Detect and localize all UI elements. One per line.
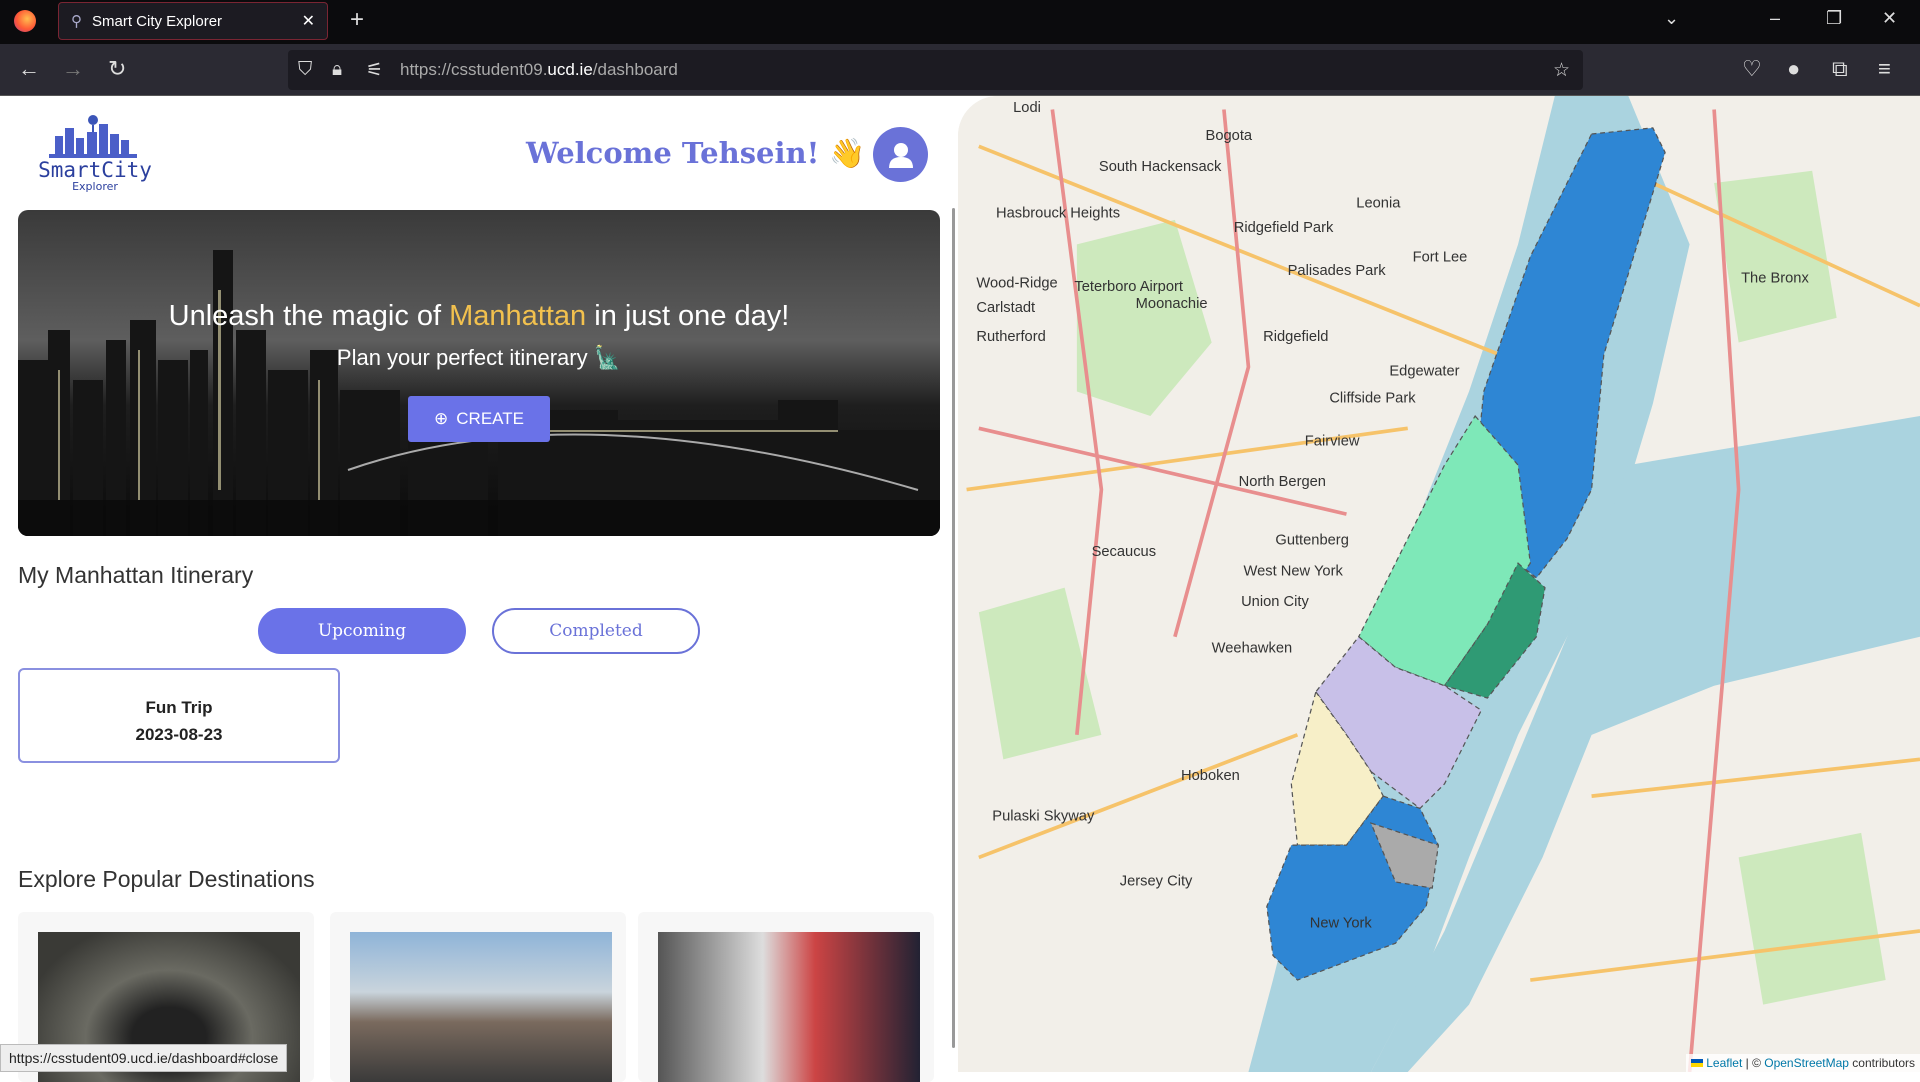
map-place-label: Lodi [1013,100,1041,116]
map-attribution: Leaflet | © OpenStreetMap contributors [1685,1054,1920,1072]
close-tab-icon[interactable]: ✕ [302,11,315,31]
tab-upcoming[interactable]: Upcoming [258,608,466,654]
map-place-label: Hoboken [1181,768,1240,784]
map-place-label: Carlstadt [976,300,1035,316]
smartcity-logo[interactable]: SmartCity Explorer [25,114,165,193]
welcome-heading: Welcome Tehsein! 👋 [526,136,866,170]
map-place-label: North Bergen [1239,474,1326,490]
close-window-icon[interactable]: ✕ [1882,8,1897,29]
osm-link[interactable]: OpenStreetMap [1764,1056,1849,1070]
map-place-label: Leonia [1356,196,1401,212]
firefox-icon[interactable] [14,10,36,32]
map-place-label: Palisades Park [1288,263,1387,279]
plus-circle-icon: ⊕ [434,409,449,428]
hero-subline: Plan your perfect itinerary 🗽 [336,345,622,370]
itinerary-title: My Manhattan Itinerary [18,562,254,588]
map-place-label: Union City [1241,594,1309,610]
back-icon[interactable]: ← [18,56,40,82]
url-prefix: https://csstudent09. [400,60,548,79]
headline-post: in just one day! [586,300,790,332]
destination-image [658,932,920,1082]
new-tab-icon[interactable]: + [350,6,364,34]
attribution-post: contributors [1848,1056,1915,1070]
map-place-label: Ridgefield Park [1234,220,1334,236]
map-place-label: Teterboro Airport [1074,279,1183,295]
map-place-label: Weehawken [1212,641,1293,657]
map-place-label: Wood-Ridge [976,275,1057,291]
destination-card[interactable] [638,912,934,1082]
map-place-label: Edgewater [1389,364,1459,380]
leaflet-flag-icon [1690,1059,1703,1067]
browser-tab-bar: ⚲ Smart City Explorer ✕ + ⌄ – ❐ ✕ [0,0,1920,44]
hero-headline: Unleash the magic of Manhattan in just o… [18,300,940,333]
lock-icon[interactable]: 🔒︎ [332,59,342,81]
explore-title: Explore Popular Destinations [18,866,315,892]
tab-list-chevron-icon[interactable]: ⌄ [1664,8,1679,29]
minimize-icon[interactable]: – [1770,8,1780,29]
status-bar-url: https://csstudent09.ucd.ie/dashboard#clo… [0,1044,288,1072]
map-place-label: New York [1310,915,1373,931]
account-icon[interactable]: ● [1787,56,1800,82]
pocket-icon[interactable]: ♡ [1742,56,1762,82]
headline-pre: Unleash the magic of [168,300,450,332]
map-place-label: Fairview [1305,433,1360,449]
map-place-label: Jersey City [1120,874,1193,890]
map-place-label: Rutherford [976,329,1045,345]
map-place-label: Guttenberg [1275,533,1348,549]
map-place-label: Ridgefield [1263,329,1328,345]
hero-banner: Unleash the magic of Manhattan in just o… [18,210,940,536]
destination-image [350,932,612,1082]
page-scrollbar[interactable] [952,208,955,1048]
leaflet-link[interactable]: Leaflet [1706,1056,1742,1070]
url-domain: ucd.ie [547,60,593,79]
map-place-label: West New York [1244,563,1344,579]
permissions-icon[interactable]: ⚟ [366,59,383,82]
trip-name: Fun Trip [145,698,213,717]
bookmark-star-icon[interactable]: ☆ [1553,59,1570,82]
restore-icon[interactable]: ❐ [1826,8,1842,29]
browser-tab[interactable]: ⚲ Smart City Explorer ✕ [58,2,328,40]
map-place-label: Fort Lee [1413,250,1468,266]
user-avatar-button[interactable] [873,127,928,182]
map-place-label: Cliffside Park [1329,391,1416,407]
url-bar[interactable]: https://csstudent09. ucd.ie/dashboard ⛉ 🔒… [288,50,1583,90]
map-place-label: Hasbrouck Heights [996,205,1120,221]
trip-card[interactable]: Fun Trip 2023-08-23 [18,668,340,763]
map-place-label: Secaucus [1092,544,1156,560]
headline-highlight: Manhattan [449,300,587,332]
skyline-image [18,250,940,536]
browser-nav-bar: ← → ↻ https://csstudent09. ucd.ie/dashboa… [0,44,1920,96]
tab-title: Smart City Explorer [92,12,223,30]
create-label: CREATE [456,409,524,428]
shield-icon[interactable]: ⛉ [298,59,312,81]
trip-date: 2023-08-23 [135,725,223,744]
tab-completed[interactable]: Completed [492,608,700,654]
svg-text:Explorer: Explorer [72,180,118,192]
map-place-label: South Hackensack [1099,159,1222,175]
menu-icon[interactable]: ≡ [1878,56,1891,82]
extensions-icon[interactable]: ⧉ [1832,56,1848,82]
map-place-label: Bogota [1206,128,1253,144]
map-view[interactable]: Lodi Bogota South Hackensack Hasbrouck Heig… [958,96,1920,1072]
attribution-sep: | © [1742,1056,1765,1070]
map-place-label: The Bronx [1741,270,1809,286]
map-place-label: Moonachie [1136,296,1208,312]
map-place-label: Pulaski Skyway [992,809,1095,825]
svg-text:SmartCity: SmartCity [38,158,152,182]
url-path: /dashboard [592,60,678,79]
create-itinerary-button[interactable]: ⊕ CREATE [408,396,550,442]
dashboard-panel: SmartCity Explorer Welcome Tehsein! 👋 Un… [0,96,958,1082]
destination-card[interactable] [330,912,626,1082]
forward-icon[interactable]: → [62,56,84,82]
user-icon [888,142,913,168]
reload-icon[interactable]: ↻ [108,56,126,82]
location-pin-icon: ⚲ [71,13,82,30]
